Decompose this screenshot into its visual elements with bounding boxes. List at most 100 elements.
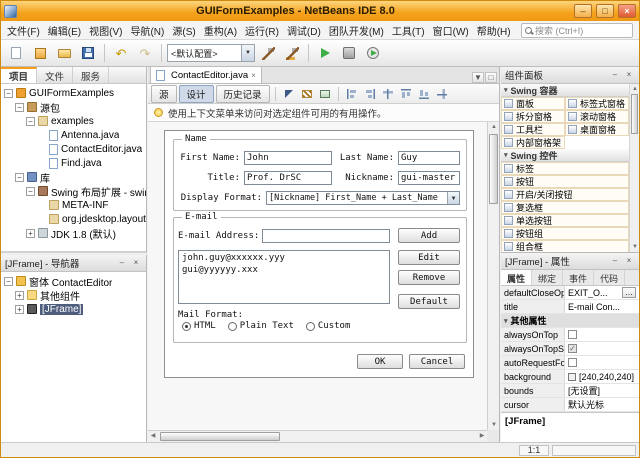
properties-tab[interactable]: 代码: [594, 270, 625, 285]
menu-item[interactable]: 帮助(H): [473, 21, 515, 40]
properties-tab[interactable]: 属性: [501, 270, 532, 285]
expander-icon[interactable]: +: [15, 305, 24, 314]
close-window-icon[interactable]: ×: [130, 258, 142, 269]
property-section-header[interactable]: ▾其他属性: [501, 314, 639, 328]
properties-tab[interactable]: 事件: [563, 270, 594, 285]
minimize-window-icon[interactable]: –: [609, 70, 621, 81]
mail-format-radio[interactable]: Plain Text: [228, 321, 294, 331]
menu-item[interactable]: 运行(R): [241, 21, 283, 40]
scroll-up-icon[interactable]: ▲: [630, 84, 639, 94]
mail-format-radio[interactable]: Custom: [306, 321, 351, 331]
palette-section-header[interactable]: ▾Swing 控件: [501, 149, 629, 162]
scroll-down-icon[interactable]: ▼: [630, 242, 639, 252]
menu-item[interactable]: 导航(N): [126, 21, 168, 40]
palette-item[interactable]: 工具栏: [501, 123, 565, 136]
menu-item[interactable]: 窗口(W): [429, 21, 473, 40]
connection-mode-button[interactable]: [299, 86, 315, 102]
palette-item[interactable]: 内部窗格架: [501, 136, 565, 149]
property-value[interactable]: [565, 356, 639, 369]
new-project-button[interactable]: [29, 42, 51, 64]
property-row[interactable]: titleE-mail Con...: [501, 300, 639, 314]
clean-build-button[interactable]: [281, 42, 303, 64]
project-tree-item[interactable]: −META-INF: [1, 198, 146, 212]
project-tree-item[interactable]: −ContactEditor.java: [1, 142, 146, 156]
scroll-right-icon[interactable]: ▶: [477, 431, 487, 441]
palette-scrollbar[interactable]: ▲ ▼: [629, 84, 639, 252]
preview-design-button[interactable]: [317, 86, 333, 102]
center-horizontal-button[interactable]: [380, 86, 396, 102]
new-file-button[interactable]: [5, 42, 27, 64]
property-value[interactable]: E-mail Con...: [565, 300, 639, 313]
scroll-down-icon[interactable]: ▼: [488, 420, 500, 430]
scrollbar-thumb[interactable]: [160, 432, 280, 441]
project-tree-item[interactable]: −GUIFormExamples: [1, 86, 146, 100]
expander-icon[interactable]: −: [15, 103, 24, 112]
palette-item[interactable]: 面板: [501, 97, 565, 110]
project-tree-item[interactable]: −org.jdesktop.layout: [1, 212, 146, 226]
menu-item[interactable]: 源(S): [168, 21, 199, 40]
property-row[interactable]: defaultCloseOperEXIT_O...…: [501, 286, 639, 300]
menu-item[interactable]: 文件(F): [3, 21, 44, 40]
property-row[interactable]: alwaysOnTopSupp✓: [501, 342, 639, 356]
title-field[interactable]: Prof. DrSC: [244, 171, 332, 185]
email-list-item[interactable]: john.guy@xxxxxx.yyy: [182, 252, 386, 264]
profile-project-button[interactable]: [362, 42, 384, 64]
palette-item[interactable]: 拆分窗格: [501, 110, 565, 123]
editor-view-button[interactable]: 历史记录: [216, 85, 270, 103]
palette-item[interactable]: 桌面窗格: [565, 123, 629, 136]
first-name-field[interactable]: John: [244, 151, 332, 165]
property-row[interactable]: alwaysOnTop: [501, 328, 639, 342]
minimize-window-icon[interactable]: –: [116, 258, 128, 269]
expander-icon[interactable]: −: [26, 187, 35, 196]
build-project-button[interactable]: [257, 42, 279, 64]
align-top-button[interactable]: [398, 86, 414, 102]
align-bottom-button[interactable]: [416, 86, 432, 102]
edit-button[interactable]: Edit: [398, 250, 460, 265]
palette-item[interactable]: 开启/关闭按钮: [501, 188, 629, 201]
editor-view-button[interactable]: 源: [151, 85, 177, 103]
default-button[interactable]: Default: [398, 294, 460, 309]
scrollbar-thumb[interactable]: [489, 134, 498, 204]
horizontal-scrollbar[interactable]: ◀ ▶: [148, 430, 487, 442]
project-tree-item[interactable]: −库: [1, 170, 146, 184]
run-project-button[interactable]: [314, 42, 336, 64]
explorer-tab[interactable]: 服务: [73, 67, 109, 83]
expander-icon[interactable]: −: [26, 117, 35, 126]
explorer-tab[interactable]: 项目: [1, 67, 37, 83]
email-list-item[interactable]: gui@yyyyyy.xxx: [182, 264, 386, 276]
navigator-header[interactable]: [JFrame] - 导航器 – ×: [1, 255, 146, 272]
project-tree-item[interactable]: −源包: [1, 100, 146, 114]
tab-list-button[interactable]: ▼: [472, 72, 484, 83]
property-value[interactable]: [240,240,240]: [565, 370, 639, 383]
minimize-window-icon[interactable]: –: [609, 256, 621, 267]
ellipsis-button[interactable]: …: [622, 287, 636, 298]
editor-tab[interactable]: ContactEditor.java ×: [150, 66, 262, 83]
palette-item[interactable]: 滚动窗格: [565, 110, 629, 123]
menu-item[interactable]: 视图(V): [85, 21, 126, 40]
property-row[interactable]: bounds[无设置]: [501, 384, 639, 398]
palette-item[interactable]: 组合框: [501, 240, 629, 252]
save-all-button[interactable]: [77, 42, 99, 64]
close-tab-icon[interactable]: ×: [251, 71, 256, 80]
property-value[interactable]: ✓: [565, 342, 639, 355]
palette-section-header[interactable]: ▾Swing 容器: [501, 84, 629, 97]
menu-item[interactable]: 重构(A): [200, 21, 241, 40]
ok-button[interactable]: OK: [357, 354, 403, 369]
name-panel[interactable]: Name First Name: John Last Name: Guy Tit…: [173, 139, 467, 211]
close-window-icon[interactable]: ×: [623, 256, 635, 267]
project-tree-item[interactable]: −Antenna.java: [1, 128, 146, 142]
align-right-button[interactable]: [362, 86, 378, 102]
checkbox-icon[interactable]: [568, 358, 577, 367]
property-row[interactable]: background[240,240,240]: [501, 370, 639, 384]
properties-header[interactable]: [JFrame] - 属性 – ×: [501, 253, 639, 270]
minimize-button[interactable]: –: [574, 4, 592, 18]
remove-button[interactable]: Remove: [398, 270, 460, 285]
expander-icon[interactable]: +: [15, 291, 24, 300]
last-name-field[interactable]: Guy: [398, 151, 460, 165]
expander-icon[interactable]: +: [26, 229, 35, 238]
email-address-field[interactable]: [262, 229, 390, 243]
scroll-up-icon[interactable]: ▲: [488, 122, 500, 132]
editor-view-button[interactable]: 设计: [179, 85, 214, 103]
checkbox-icon[interactable]: ✓: [568, 344, 577, 353]
vertical-scrollbar[interactable]: ▲ ▼: [487, 122, 499, 430]
